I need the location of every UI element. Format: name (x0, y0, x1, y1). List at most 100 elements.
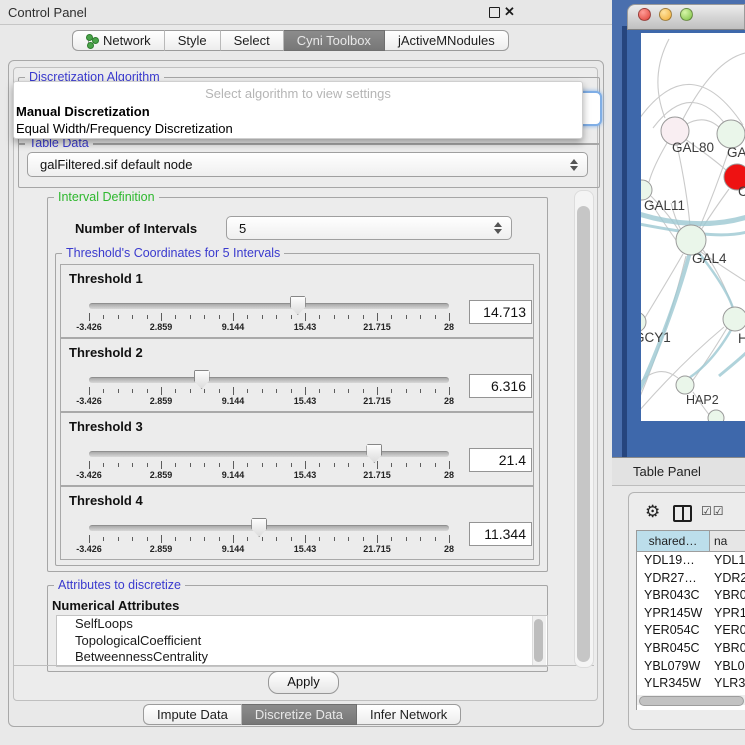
table-row[interactable]: YBR043C (644, 588, 700, 602)
tab-cyni-toolbox[interactable]: Cyni Toolbox (284, 30, 385, 51)
threshold-value-field[interactable]: 11.344 (469, 522, 532, 546)
float-window-icon[interactable] (489, 7, 500, 18)
node-table[interactable]: shared…na YDL19… YDL1 YDR27… YDR2 YBR043C YBR0… (636, 530, 745, 710)
table-row[interactable]: YDR27… (644, 571, 697, 585)
tick-label: 28 (424, 470, 474, 480)
numerical-attributes-list[interactable]: SelfLoopsTopologicalCoefficientBetweenne… (56, 615, 548, 667)
tick-label: 2.859 (136, 544, 186, 554)
list-item[interactable]: TopologicalCoefficient (57, 633, 547, 650)
threshold-value-field[interactable]: 14.713 (469, 300, 532, 324)
slider-handle[interactable] (194, 370, 210, 389)
tab-select[interactable]: Select (221, 30, 284, 51)
slider-track[interactable] (89, 303, 449, 309)
table-row[interactable]: YDL19… (644, 553, 695, 567)
tab-discretize-data[interactable]: Discretize Data (242, 704, 357, 725)
window-minimize-icon[interactable] (659, 8, 672, 21)
tab-label: Cyni Toolbox (297, 33, 371, 48)
window-close-icon[interactable] (638, 8, 651, 21)
table-row-col2[interactable]: YDR2 (714, 571, 745, 585)
network-node (708, 410, 724, 421)
tab-label: Network (103, 33, 151, 48)
table-hscrollbar-thumb[interactable] (639, 696, 744, 706)
window-title: Control Panel (8, 5, 87, 20)
table-row-col2[interactable]: YPR1 (714, 606, 745, 620)
stepper-icon (570, 159, 578, 171)
slider-track[interactable] (89, 525, 449, 531)
slider-handle[interactable] (290, 296, 306, 315)
threshold-row-4: Threshold 4-3.4262.8599.14415.4321.71528… (60, 486, 534, 560)
slider-handle[interactable] (366, 444, 382, 463)
node-label: C (738, 184, 745, 199)
tab-network[interactable]: Network (72, 30, 165, 51)
slider-track[interactable] (89, 377, 449, 383)
tick-label: 2.859 (136, 470, 186, 480)
gear-icon[interactable]: ⚙ (645, 502, 660, 522)
table-row-col2[interactable]: YDL1 (714, 553, 745, 567)
split-columns-icon[interactable] (673, 505, 692, 522)
node-label: GA (727, 145, 745, 160)
tick-label: 21.715 (352, 544, 402, 554)
tab-label: jActiveMNodules (398, 33, 495, 48)
network-node (723, 307, 745, 331)
table-row[interactable]: YLR345W (644, 676, 701, 690)
tab-impute-data[interactable]: Impute Data (143, 704, 242, 725)
threshold-value-field[interactable]: 21.4 (469, 448, 532, 472)
column-header-shared-name[interactable]: shared… (637, 531, 710, 552)
tab-style[interactable]: Style (165, 30, 221, 51)
column-header-name[interactable]: na (710, 531, 745, 552)
table-row-col2[interactable]: YLR3 (714, 676, 745, 690)
tab-infer-network[interactable]: Infer Network (357, 704, 461, 725)
table-panel-titlebar: Table Panel (612, 457, 745, 486)
table-row[interactable]: YPR145W (644, 606, 702, 620)
table-row[interactable]: YBL079W (644, 659, 700, 673)
control-panel-titlebar: Control Panel (0, 0, 620, 25)
network-node (641, 180, 652, 200)
node-label: GAL4 (692, 251, 727, 266)
table-row-col2[interactable]: YBL0 (714, 659, 745, 673)
table-row[interactable]: YBR045C (644, 641, 700, 655)
interval-definition-label: Interval Definition (54, 190, 159, 204)
number-of-intervals-value: 5 (239, 221, 246, 236)
algorithm-placeholder: Select algorithm to view settings (14, 82, 582, 103)
tick-label: 15.43 (280, 322, 330, 332)
number-of-intervals-combobox[interactable]: 5 (226, 216, 512, 240)
close-icon[interactable]: ✕ (504, 4, 515, 20)
apply-button[interactable]: Apply (268, 671, 339, 694)
algorithm-option-manual[interactable]: Manual Discretization (14, 103, 582, 120)
list-item[interactable]: BetweennessCentrality (57, 649, 547, 666)
tick-label: 9.144 (208, 544, 258, 554)
table-row-col2[interactable]: YBR0 (714, 641, 745, 655)
algorithm-option-equal-width[interactable]: Equal Width/Frequency Discretization (14, 120, 582, 137)
table-row-col2[interactable]: YER0 (714, 623, 745, 637)
threshold-value-field[interactable]: 6.316 (469, 374, 532, 398)
tick-label: 28 (424, 396, 474, 406)
tab-label: Style (178, 33, 207, 48)
network-canvas[interactable]: GAL80GACGAL11GAL4GCY1HHAP2 (641, 33, 745, 421)
attributes-scrollbar-thumb[interactable] (534, 619, 543, 662)
window-zoom-icon[interactable] (680, 8, 693, 21)
table-data-combobox[interactable]: galFiltered.sif default node (27, 152, 588, 177)
list-item[interactable]: SelfLoops (57, 616, 547, 633)
bottom-tab-bar: Impute DataDiscretize DataInfer Network (143, 704, 461, 725)
table-data-value: galFiltered.sif default node (40, 157, 192, 172)
tick-label: -3.426 (64, 322, 114, 332)
node-label: HAP2 (686, 393, 719, 407)
slider-track[interactable] (89, 451, 449, 457)
numerical-attributes-label: Numerical Attributes (52, 598, 179, 613)
checkbox-pair-icon[interactable]: ☑☑ (701, 504, 725, 518)
threshold-label: Threshold 4 (69, 493, 143, 508)
stepper-icon (494, 222, 502, 234)
tick-label: 28 (424, 322, 474, 332)
network-icon (86, 34, 98, 47)
tick-label: -3.426 (64, 470, 114, 480)
network-node (676, 376, 694, 394)
table-row[interactable]: YER054C (644, 623, 700, 637)
table-panel-title: Table Panel (633, 464, 701, 479)
tick-label: 21.715 (352, 470, 402, 480)
viewport-divider (14, 665, 594, 666)
threshold-row-2: Threshold 2-3.4262.8599.14415.4321.71528… (60, 338, 534, 412)
main-scrollbar-thumb[interactable] (577, 206, 590, 662)
slider-handle[interactable] (251, 518, 267, 537)
tab-jactivemnodules[interactable]: jActiveMNodules (385, 30, 509, 51)
table-row-col2[interactable]: YBR0 (714, 588, 745, 602)
